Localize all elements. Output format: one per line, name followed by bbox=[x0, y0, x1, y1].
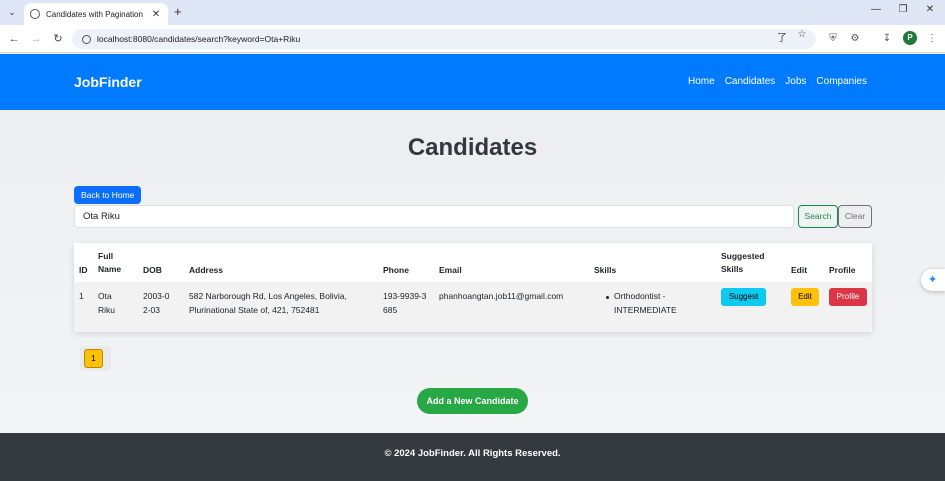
edit-button[interactable]: Edit bbox=[791, 288, 819, 306]
header-profile: Profile bbox=[829, 265, 856, 275]
footer-copyright: © 2024 JobFinder. All Rights Reserved. bbox=[384, 448, 561, 459]
cell-address: 582 Narborough Rd, Los Angeles, Bolivia,… bbox=[189, 291, 347, 315]
header-email: Email bbox=[439, 265, 462, 275]
shield-icon[interactable]: ⛨ bbox=[825, 31, 841, 47]
nav-link-candidates[interactable]: Candidates bbox=[725, 76, 776, 87]
site-navbar: JobFinder Home Candidates Jobs Companies bbox=[0, 54, 945, 110]
header-full-name: Full Name bbox=[98, 251, 122, 274]
bookmark-star-icon[interactable]: ☆ bbox=[795, 29, 809, 40]
header-suggested-skills: Suggested Skills bbox=[721, 251, 765, 274]
url-text: localhost:8080/candidates/search?keyword… bbox=[97, 34, 301, 44]
site-info-icon[interactable] bbox=[82, 34, 91, 44]
header-skills: Skills bbox=[594, 265, 617, 275]
close-tab-icon[interactable]: ✕ bbox=[150, 9, 162, 20]
header-dob: DOB bbox=[143, 265, 162, 275]
profile-button[interactable]: Profile bbox=[829, 288, 867, 306]
address-bar[interactable]: localhost:8080/candidates/search?keyword… bbox=[72, 29, 816, 49]
table-row: 1 Ota Riku 2003-02-03 582 Narborough Rd,… bbox=[74, 282, 872, 332]
main-content: Candidates Back to Home Ota Riku Search … bbox=[0, 110, 945, 433]
globe-icon bbox=[30, 9, 40, 19]
add-candidate-button[interactable]: Add a New Candidate bbox=[417, 388, 528, 414]
header-edit: Edit bbox=[791, 265, 808, 275]
browser-toolbar: ← → ↻ localhost:8080/candidates/search?k… bbox=[0, 25, 945, 53]
back-to-home-button[interactable]: Back to Home bbox=[74, 186, 142, 204]
browser-tab[interactable]: Candidates with Pagination ✕ bbox=[24, 3, 168, 25]
bullet-icon bbox=[606, 296, 609, 299]
header-phone: Phone bbox=[383, 265, 409, 275]
tab-search-chevron-icon[interactable]: ⌄ bbox=[4, 4, 20, 20]
nav-link-companies[interactable]: Companies bbox=[816, 76, 867, 87]
reload-icon[interactable]: ↻ bbox=[50, 31, 66, 47]
floating-widget-button[interactable]: ✦ bbox=[921, 269, 945, 291]
translate-bubble-icon: ✦ bbox=[928, 274, 938, 286]
skill-item: Orthodontist - INTERMEDIATE bbox=[614, 291, 677, 315]
nav-link-home[interactable]: Home bbox=[688, 76, 715, 87]
cell-id: 1 bbox=[79, 291, 84, 301]
search-button[interactable]: Search bbox=[798, 205, 838, 228]
browser-tab-bar: ⌄ Candidates with Pagination ✕ + — ❐ ✕ bbox=[0, 0, 945, 25]
tab-title: Candidates with Pagination bbox=[46, 9, 143, 19]
translate-icon[interactable]: 了 bbox=[775, 29, 789, 44]
search-input[interactable]: Ota Riku bbox=[74, 205, 794, 228]
profile-avatar[interactable]: P bbox=[903, 31, 917, 45]
extensions-puzzle-icon[interactable]: ⚙ bbox=[847, 31, 863, 47]
new-tab-button[interactable]: + bbox=[174, 4, 182, 19]
header-id: ID bbox=[79, 265, 88, 275]
forward-arrow-icon[interactable]: → bbox=[28, 31, 44, 47]
cell-phone: 193-9939-3685 bbox=[383, 291, 427, 315]
cell-full-name: Ota Riku bbox=[98, 291, 116, 315]
candidates-table: ID Full Name DOB Address Phone Email Ski… bbox=[74, 243, 872, 332]
nav-links: Home Candidates Jobs Companies bbox=[688, 76, 867, 87]
footer: © 2024 JobFinder. All Rights Reserved. bbox=[0, 433, 945, 481]
minimize-icon[interactable]: — bbox=[868, 4, 884, 15]
suggest-button[interactable]: Suggest bbox=[721, 288, 766, 306]
window-close-icon[interactable]: ✕ bbox=[922, 4, 938, 15]
header-address: Address bbox=[189, 265, 224, 275]
page-title: Candidates bbox=[407, 134, 538, 161]
download-icon[interactable]: ↧ bbox=[879, 31, 895, 47]
nav-link-jobs[interactable]: Jobs bbox=[785, 76, 806, 87]
clear-button[interactable]: Clear bbox=[838, 205, 872, 228]
back-arrow-icon[interactable]: ← bbox=[6, 31, 22, 47]
cell-dob: 2003-02-03 bbox=[143, 291, 170, 315]
page-button-1[interactable]: 1 bbox=[84, 349, 103, 368]
brand-logo-text[interactable]: JobFinder bbox=[74, 74, 142, 90]
cell-email: phanhoangtan.job11@gmail.com bbox=[439, 291, 564, 301]
menu-dots-icon[interactable]: ⋮ bbox=[924, 31, 940, 47]
restore-icon[interactable]: ❐ bbox=[895, 4, 911, 15]
table-header: ID Full Name DOB Address Phone Email Ski… bbox=[74, 243, 872, 282]
pagination: 1 bbox=[80, 346, 111, 371]
